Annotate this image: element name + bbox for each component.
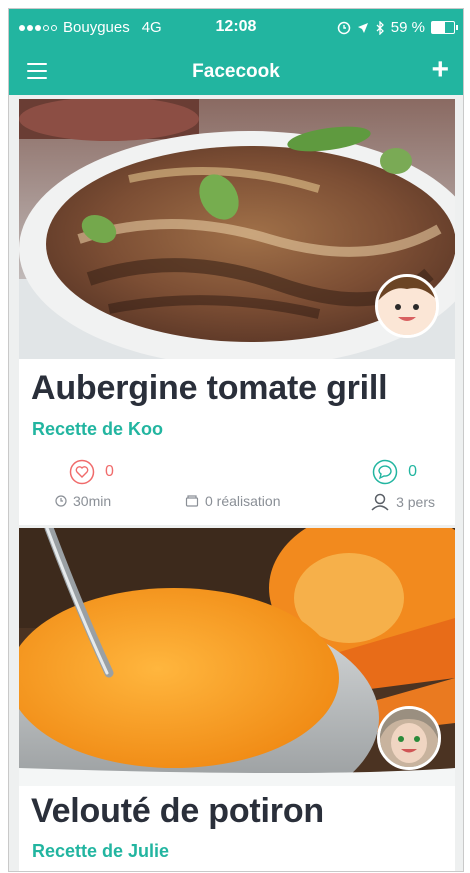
- status-right: 59 %: [337, 19, 458, 36]
- like-count: 0: [105, 463, 114, 480]
- recipe-title[interactable]: Velouté de potiron: [31, 792, 324, 831]
- recipe-author[interactable]: Recette de Julie: [32, 841, 169, 862]
- clock-icon: [55, 495, 67, 507]
- realisation-count: 0 réalisation: [185, 493, 281, 509]
- app-screen: Bouygues 4G 12:08 59 % Facecook + Auberg…: [8, 8, 464, 872]
- recipe-card[interactable]: Velouté de potiron Recette de Julie: [19, 528, 455, 871]
- status-bar: Bouygues 4G 12:08 59 %: [9, 9, 463, 49]
- author-avatar[interactable]: [375, 274, 439, 338]
- recipe-author[interactable]: Recette de Koo: [32, 419, 163, 440]
- recipe-card[interactable]: Aubergine tomate grill Recette de Koo 0 …: [19, 99, 455, 525]
- battery-percent: 59 %: [390, 19, 425, 36]
- alarm-icon: [337, 21, 351, 34]
- app-title: Facecook: [192, 61, 280, 82]
- nav-bar: Facecook +: [9, 49, 463, 95]
- bluetooth-icon: [376, 20, 384, 35]
- heart-icon: [69, 459, 95, 485]
- add-recipe-icon[interactable]: +: [431, 55, 449, 85]
- engagement-row: 0 0: [19, 459, 455, 485]
- like-button[interactable]: 0: [69, 459, 114, 485]
- battery-icon: [431, 21, 458, 34]
- person-icon: [371, 493, 389, 511]
- servings: 3 pers: [370, 493, 435, 511]
- realisation-value: 0 réalisation: [205, 493, 281, 509]
- prep-time-value: 30min: [73, 493, 112, 509]
- author-avatar[interactable]: [377, 706, 441, 770]
- recipe-title[interactable]: Aubergine tomate grill: [31, 369, 388, 408]
- comment-button[interactable]: 0: [372, 459, 417, 485]
- prep-time: 30min: [55, 493, 111, 509]
- recipe-meta-row: 30min 0 réalisation 3 pers: [19, 493, 455, 517]
- comment-icon: [372, 459, 398, 485]
- location-icon: [357, 22, 368, 33]
- pot-icon: [185, 495, 199, 507]
- servings-value: 3 pers: [396, 494, 435, 510]
- comment-count: 0: [408, 463, 417, 480]
